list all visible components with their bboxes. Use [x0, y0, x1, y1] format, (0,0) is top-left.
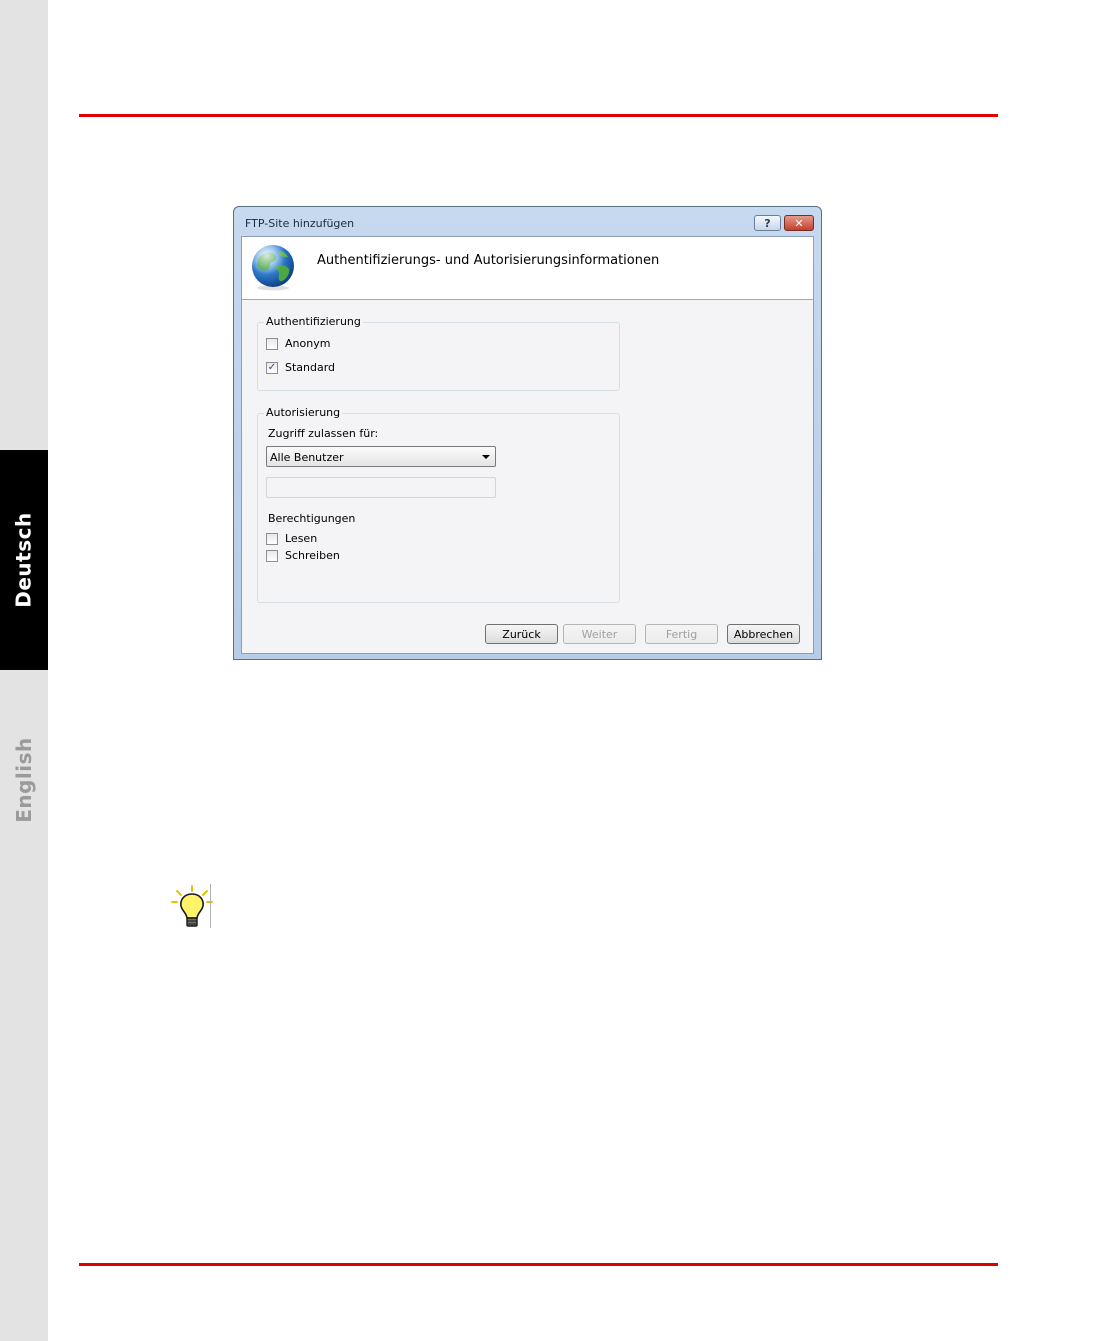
authentication-group: Authentifizierung Anonym ✓ Standard: [257, 315, 620, 391]
close-button[interactable]: ✕: [784, 215, 814, 231]
ftp-site-dialog: FTP-Site hinzufügen ? ✕ Authentifizierun…: [233, 206, 822, 660]
standard-option[interactable]: ✓ Standard: [266, 361, 335, 374]
standard-checkbox[interactable]: ✓: [266, 361, 278, 374]
standard-label: Standard: [285, 361, 336, 374]
dialog-title: FTP-Site hinzufügen: [245, 217, 355, 230]
write-label: Schreiben: [285, 549, 340, 562]
wizard-page-title: Authentifizierungs- und Autorisierungsin…: [317, 253, 660, 268]
lightbulb-icon: [171, 885, 213, 927]
dialog-titlebar[interactable]: FTP-Site hinzufügen ? ✕: [234, 207, 821, 237]
help-icon: ?: [764, 216, 771, 230]
access-dropdown-value: Alle Benutzer: [270, 451, 344, 464]
language-tab-english[interactable]: English: [0, 670, 48, 890]
globe-icon: [252, 245, 294, 291]
anonymous-option[interactable]: Anonym: [266, 337, 330, 350]
language-tab-deutsch-label: Deutsch: [12, 512, 36, 608]
help-button[interactable]: ?: [754, 215, 781, 231]
tip-divider: [210, 884, 211, 928]
checkmark-icon: ✓: [267, 361, 277, 373]
anonymous-checkbox[interactable]: [266, 337, 278, 350]
language-tab-english-label: English: [12, 737, 37, 823]
back-button[interactable]: Zurück: [485, 624, 558, 644]
cancel-button[interactable]: Abbrechen: [727, 624, 800, 644]
language-tab-deutsch[interactable]: Deutsch: [0, 450, 48, 670]
anonymous-label: Anonym: [285, 337, 331, 350]
access-dropdown[interactable]: Alle Benutzer: [266, 446, 496, 467]
access-users-input[interactable]: [266, 477, 496, 498]
authorization-legend: Autorisierung: [264, 406, 343, 419]
read-option[interactable]: Lesen: [266, 532, 317, 545]
next-button[interactable]: Weiter: [563, 624, 636, 644]
authentication-legend: Authentifizierung: [264, 315, 363, 328]
dialog-client-area: Authentifizierungs- und Autorisierungsin…: [241, 236, 814, 654]
write-option[interactable]: Schreiben: [266, 549, 340, 562]
read-label: Lesen: [285, 532, 318, 545]
write-checkbox[interactable]: [266, 549, 278, 562]
authorization-group: Autorisierung: [257, 406, 620, 603]
top-divider: [79, 114, 998, 117]
finish-button[interactable]: Fertig: [645, 624, 718, 644]
wizard-header: Authentifizierungs- und Autorisierungsin…: [242, 237, 813, 300]
permissions-label: Berechtigungen: [268, 512, 356, 525]
read-checkbox[interactable]: [266, 532, 278, 545]
bottom-divider: [79, 1263, 998, 1266]
close-icon: ✕: [794, 216, 804, 230]
chevron-down-icon: [482, 455, 490, 459]
access-label: Zugriff zulassen für:: [268, 427, 379, 440]
